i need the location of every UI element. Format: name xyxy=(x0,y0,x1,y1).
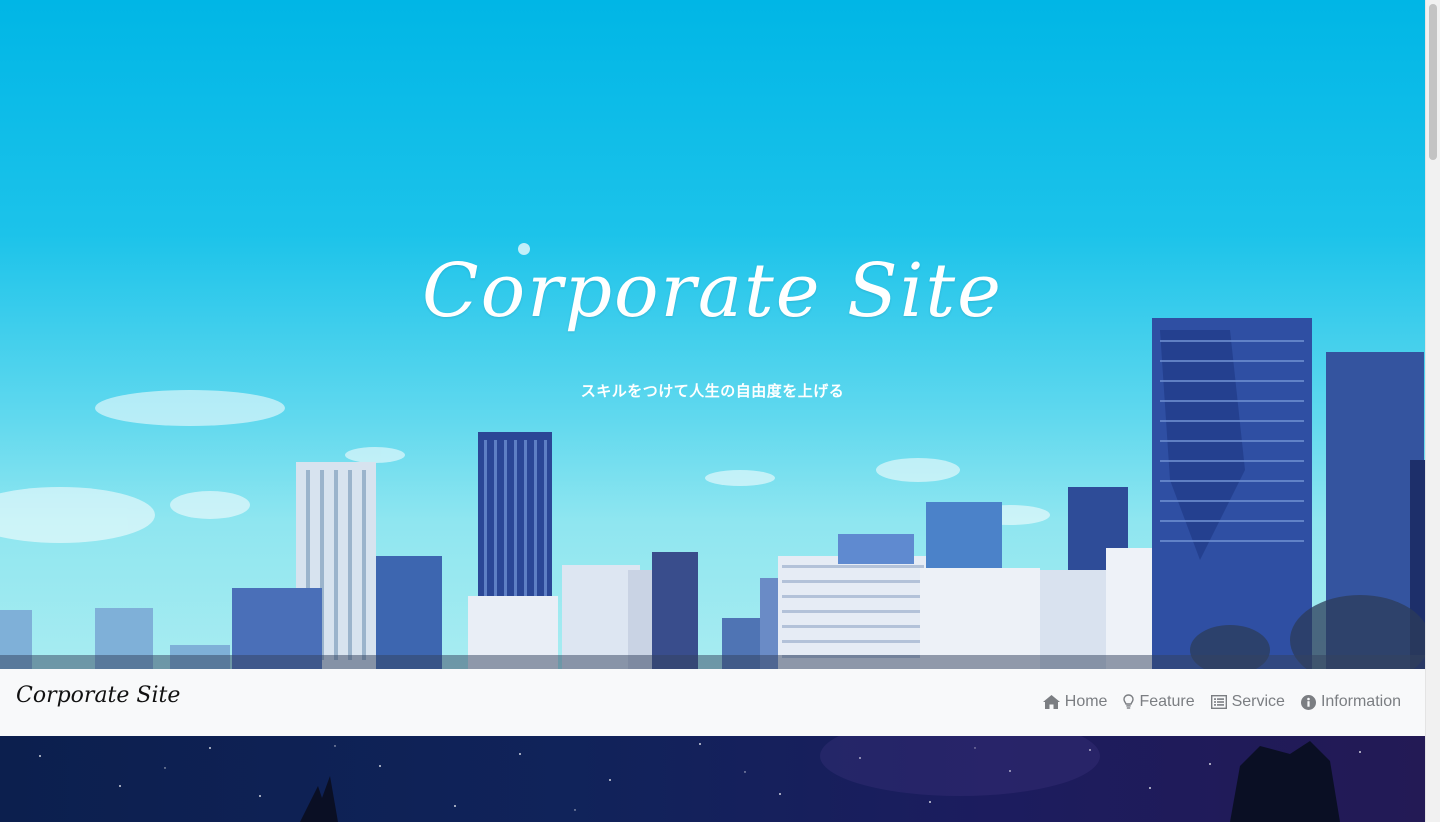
nav-item-feature[interactable]: Feature xyxy=(1123,693,1195,711)
home-icon xyxy=(1042,695,1060,709)
list-icon xyxy=(1210,695,1227,709)
starry-sky-image xyxy=(39,736,1361,822)
starry-sky-section xyxy=(0,736,1425,822)
nav-item-label: Service xyxy=(1231,693,1285,710)
nav-menu: Home Feature Service Information xyxy=(1042,693,1401,711)
page-scrollbar[interactable] xyxy=(1425,0,1440,822)
hero-subtitle: スキルをつけて人生の自由度を上げる xyxy=(580,382,845,400)
nav-item-label: Home xyxy=(1064,693,1108,710)
lightbulb-icon xyxy=(1123,694,1135,709)
navbar: Corporate Site Home Feature Service Info… xyxy=(0,669,1425,736)
nav-item-service[interactable]: Service xyxy=(1210,693,1285,711)
hero-section: Corporate Site スキルをつけて人生の自由度を上げる xyxy=(0,0,1425,669)
nav-item-label: Feature xyxy=(1139,693,1195,710)
nav-item-home[interactable]: Home xyxy=(1042,693,1108,711)
hero-title: Corporate Site xyxy=(422,248,1003,334)
city-skyline-image xyxy=(0,243,1425,669)
navbar-brand[interactable]: Corporate Site xyxy=(16,683,180,708)
nav-item-label: Information xyxy=(1320,693,1401,710)
scrollbar-thumb[interactable] xyxy=(1429,4,1437,160)
nav-item-information[interactable]: Information xyxy=(1300,693,1401,711)
info-circle-icon xyxy=(1300,694,1316,710)
